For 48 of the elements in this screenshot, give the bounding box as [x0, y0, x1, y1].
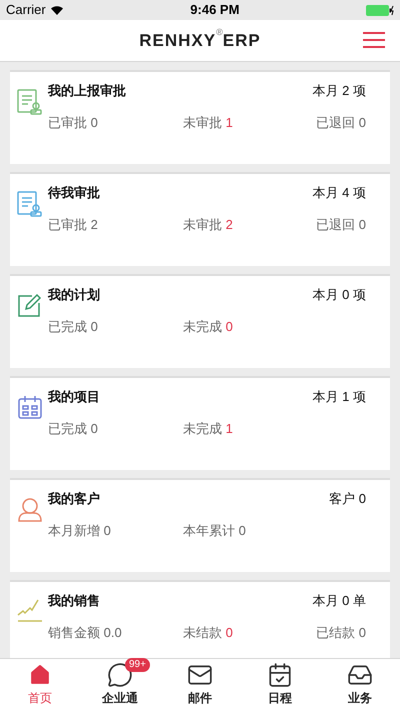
stat-text: 本月新增 0 [48, 522, 112, 540]
stat-text: 本年累计 0 [183, 522, 247, 540]
menu-button[interactable] [363, 30, 385, 50]
card-summary: 本月 2 项 [312, 82, 366, 100]
stat-text: 已退回 0 [316, 114, 366, 132]
stat-text: 未完成 0 [183, 318, 234, 336]
tab-item[interactable]: 业务 [320, 659, 400, 710]
card-summary: 客户 0 [329, 490, 366, 508]
card-summary: 本月 4 项 [312, 184, 366, 202]
wifi-icon [50, 5, 64, 15]
tab-item[interactable]: 首页 [0, 659, 80, 710]
tab-item[interactable]: 企业通 99+ [80, 659, 160, 710]
stat-text: 未审批 1 [183, 114, 234, 132]
summary-card[interactable]: 我的销售 本月 0 单 销售金额 0.0 未结款 0 已结款 0 [10, 580, 390, 658]
registered-mark: ® [216, 28, 223, 37]
card-title: 我的客户 [48, 490, 100, 508]
unread-badge: 99+ [125, 658, 150, 672]
card-title: 我的上报审批 [48, 82, 126, 100]
card-title: 我的项目 [48, 388, 100, 406]
summary-card[interactable]: 我的上报审批 本月 2 项 已审批 0 未审批 1 已退回 0 [10, 70, 390, 164]
card-summary: 本月 0 项 [312, 286, 366, 304]
logo-text: RENHXY [139, 30, 216, 52]
clock: 9:46 PM [190, 1, 240, 20]
summary-card[interactable]: 我的计划 本月 0 项 已完成 0 未完成 0 [10, 274, 390, 368]
stat-text: 已审批 0 [48, 114, 99, 132]
stat-text: 已完成 0 [48, 318, 99, 336]
stat-text: 未完成 1 [183, 420, 234, 438]
stat-text: 未结款 0 [183, 624, 234, 642]
card-title: 我的计划 [48, 286, 100, 304]
carrier-label: Carrier [6, 1, 46, 20]
stat-text: 已审批 2 [48, 216, 99, 234]
summary-card[interactable]: 我的客户 客户 0 本月新增 0 本年累计 0 [10, 478, 390, 572]
card-title: 待我审批 [48, 184, 100, 202]
stat-text: 已完成 0 [48, 420, 99, 438]
stat-text: 已结款 0 [316, 624, 366, 642]
tab-item[interactable]: 邮件 [160, 659, 240, 710]
card-summary: 本月 1 项 [312, 388, 366, 406]
tab-item[interactable]: 日程 [240, 659, 320, 710]
battery-icon [366, 4, 394, 16]
stat-text: 已退回 0 [316, 216, 366, 234]
logo-suffix: ERP [222, 30, 261, 52]
card-summary: 本月 0 单 [312, 592, 366, 610]
summary-card[interactable]: 待我审批 本月 4 项 已审批 2 未审批 2 已退回 0 [10, 172, 390, 266]
summary-card[interactable]: 我的项目 本月 1 项 已完成 0 未完成 1 [10, 376, 390, 470]
stat-text: 未审批 2 [183, 216, 234, 234]
stat-text: 销售金额 0.0 [48, 624, 123, 642]
calendar-icon [267, 662, 293, 688]
card-title: 我的销售 [48, 592, 100, 610]
